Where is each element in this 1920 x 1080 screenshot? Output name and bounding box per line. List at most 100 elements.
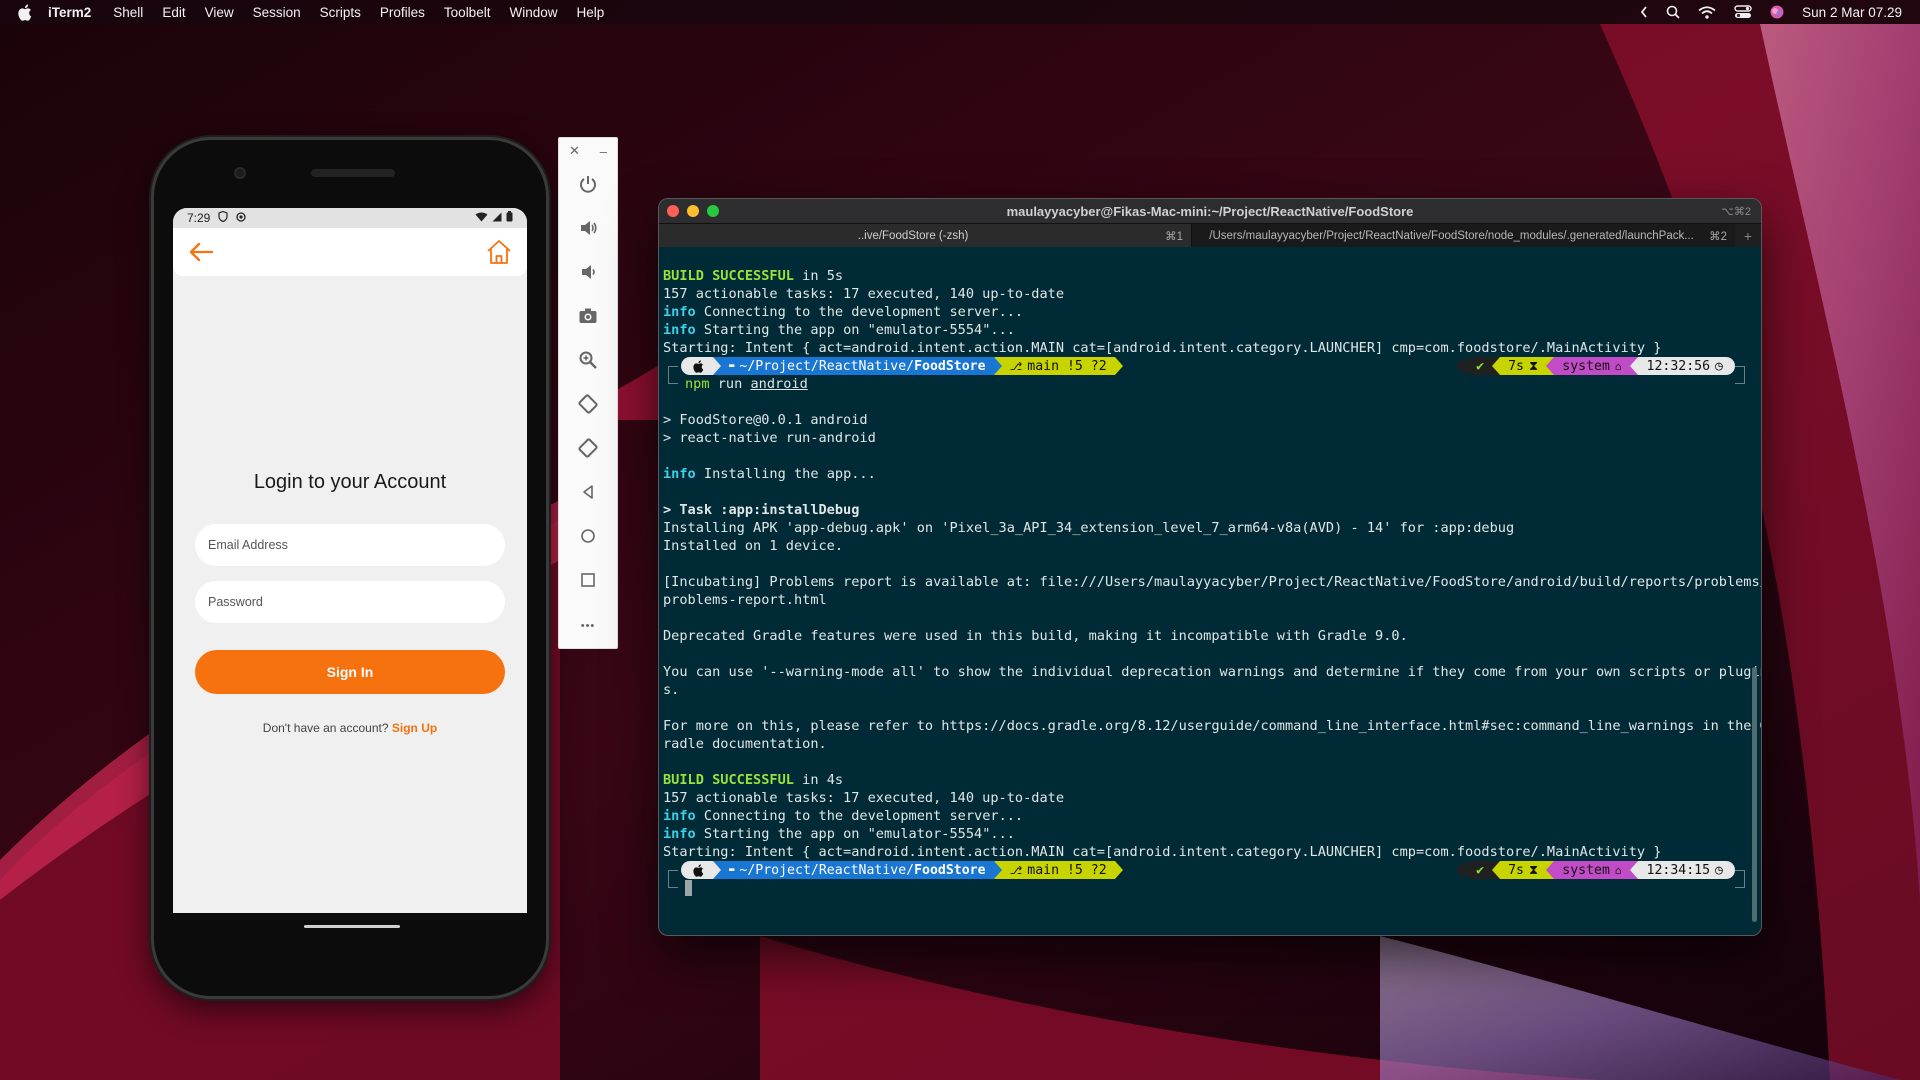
search-icon[interactable] bbox=[1666, 5, 1680, 19]
zoom-window-button[interactable] bbox=[707, 205, 719, 217]
front-camera bbox=[234, 167, 246, 179]
terminal-output[interactable]: BUILD SUCCESSFUL in 5s 157 actionable ta… bbox=[659, 247, 1762, 935]
prompt-duration: 7s ⧗ bbox=[1500, 861, 1547, 879]
clock-icon: ◷ bbox=[1715, 358, 1723, 374]
app-header bbox=[173, 228, 527, 276]
menu-shell[interactable]: Shell bbox=[113, 5, 143, 20]
rotate-right-button[interactable] bbox=[559, 428, 617, 472]
rotate-left-button[interactable] bbox=[559, 384, 617, 428]
success-check-icon: ✔ bbox=[1464, 861, 1493, 879]
home-button[interactable] bbox=[559, 516, 617, 560]
back-button[interactable] bbox=[559, 472, 617, 516]
prompt-git-status: ⎇ main !5 ?2 bbox=[1001, 861, 1115, 879]
status-time: 7:29 bbox=[187, 211, 211, 225]
terminal-line: radle documentation. bbox=[663, 736, 827, 752]
android-status-bar: 7:29 bbox=[173, 208, 527, 228]
menu-profiles[interactable]: Profiles bbox=[380, 5, 425, 20]
menu-view[interactable]: View bbox=[205, 5, 234, 20]
home-icon[interactable] bbox=[485, 238, 513, 266]
wifi-icon[interactable] bbox=[1698, 5, 1716, 19]
login-title: Login to your Account bbox=[253, 471, 447, 493]
phone-screen: 7:29 Login to your Account Sign In Don't… bbox=[173, 208, 527, 913]
house-icon: ⌂ bbox=[1614, 863, 1622, 877]
house-icon: ⌂ bbox=[1614, 359, 1622, 373]
terminal-line: > Task :app:installDebug bbox=[663, 502, 860, 518]
gesture-nav-handle[interactable] bbox=[304, 925, 400, 928]
home-circle-icon bbox=[580, 528, 596, 549]
menu-edit[interactable]: Edit bbox=[162, 5, 185, 20]
segment-separator bbox=[1114, 357, 1123, 375]
scrollbar-thumb[interactable] bbox=[1752, 667, 1757, 922]
git-branch-icon: ⎇ bbox=[1009, 863, 1023, 877]
control-center-icon[interactable] bbox=[1734, 5, 1752, 19]
terminal-scrollbar[interactable] bbox=[1751, 255, 1759, 929]
segment-separator bbox=[993, 357, 1002, 375]
terminal-line: s. bbox=[663, 682, 680, 698]
password-field[interactable] bbox=[195, 581, 505, 623]
prompt-frame-right bbox=[1735, 870, 1745, 888]
prompt-frame-right bbox=[1735, 366, 1745, 384]
tab-label: ..ive/FoodStore (-zsh) bbox=[857, 229, 969, 242]
menu-scripts[interactable]: Scripts bbox=[320, 5, 361, 20]
prompt-command: npm run android bbox=[685, 376, 808, 392]
prompt-git-status: ⎇ main !5 ?2 bbox=[1001, 357, 1115, 375]
terminal-line: info Starting the app on "emulator-5554"… bbox=[663, 322, 1015, 338]
apple-menu-icon[interactable] bbox=[18, 3, 34, 21]
tab-zsh[interactable]: ..ive/FoodStore (-zsh) ⌘1 bbox=[659, 224, 1191, 247]
app-menu-iterm2[interactable]: iTerm2 bbox=[48, 5, 91, 20]
hourglass-icon: ⧗ bbox=[1528, 358, 1539, 374]
cell-signal-icon bbox=[492, 211, 502, 225]
terminal-line: BUILD SUCCESSFUL in 4s bbox=[663, 772, 844, 788]
shell-prompt: ▬ ~/Project/ReactNative/FoodStore ⎇ main !… bbox=[663, 861, 1747, 897]
siri-icon[interactable] bbox=[1770, 5, 1784, 19]
close-emulator-button[interactable]: ✕ bbox=[569, 143, 580, 159]
screenshot-button[interactable] bbox=[559, 296, 617, 340]
apple-logo-icon bbox=[681, 357, 713, 375]
volume-up-button[interactable] bbox=[559, 208, 617, 252]
new-tab-button[interactable]: + bbox=[1735, 224, 1761, 247]
overview-button[interactable] bbox=[559, 560, 617, 604]
tab-label: /Users/maulayyacyber/Project/ReactNative… bbox=[1209, 229, 1694, 242]
clock-datetime[interactable]: Sun 2 Mar 07.29 bbox=[1802, 5, 1902, 20]
segment-separator bbox=[1546, 861, 1555, 879]
segment-separator bbox=[713, 357, 721, 375]
prompt-path: ▬ ~/Project/ReactNative/FoodStore bbox=[721, 861, 994, 879]
power-button[interactable] bbox=[559, 164, 617, 208]
minimize-emulator-button[interactable]: – bbox=[600, 144, 607, 159]
menu-session[interactable]: Session bbox=[253, 5, 301, 20]
more-icon: ••• bbox=[580, 620, 596, 632]
back-icon bbox=[580, 484, 596, 505]
volume-down-button[interactable] bbox=[559, 252, 617, 296]
segment-separator bbox=[1546, 357, 1555, 375]
terminal-line: You can use '--warning-mode all' to show… bbox=[663, 664, 1762, 680]
shell-prompt: ▬ ~/Project/ReactNative/FoodStore ⎇ main !… bbox=[663, 357, 1747, 393]
hourglass-icon: ⧗ bbox=[1528, 862, 1539, 878]
minimize-window-button[interactable] bbox=[687, 205, 699, 217]
prompt-frame-left bbox=[668, 870, 678, 888]
zoom-button[interactable] bbox=[559, 340, 617, 384]
folder-icon: ▬ bbox=[729, 361, 735, 371]
chevron-left-icon[interactable] bbox=[1640, 6, 1648, 18]
sign-in-button[interactable]: Sign In bbox=[195, 650, 505, 694]
text-cursor bbox=[685, 880, 692, 896]
tab-shortcut: ⌘1 bbox=[1165, 230, 1183, 243]
camera-icon bbox=[578, 307, 598, 330]
terminal-line: > react-native run-android bbox=[663, 430, 876, 446]
menu-toolbelt[interactable]: Toolbelt bbox=[444, 5, 491, 20]
menu-window[interactable]: Window bbox=[509, 5, 557, 20]
segment-separator bbox=[713, 861, 721, 879]
sign-up-link[interactable]: Sign Up bbox=[392, 721, 437, 735]
battery-icon bbox=[506, 211, 513, 225]
back-arrow-icon[interactable] bbox=[187, 238, 215, 266]
window-title: maulayyacyber@Fikas-Mac-mini:~/Project/R… bbox=[1006, 203, 1414, 219]
more-options-button[interactable]: ••• bbox=[559, 604, 617, 648]
power-icon bbox=[578, 174, 598, 199]
email-field[interactable] bbox=[195, 524, 505, 566]
menu-help[interactable]: Help bbox=[576, 5, 604, 20]
window-titlebar[interactable]: maulayyacyber@Fikas-Mac-mini:~/Project/R… bbox=[659, 199, 1761, 223]
close-window-button[interactable] bbox=[667, 205, 679, 217]
android-emulator-phone: 7:29 Login to your Account Sign In Don't… bbox=[151, 137, 549, 999]
tab-bar: ..ive/FoodStore (-zsh) ⌘1 /Users/maulayy… bbox=[659, 223, 1761, 247]
tab-launchpackager[interactable]: /Users/maulayyacyber/Project/ReactNative… bbox=[1191, 224, 1735, 247]
prompt-command[interactable] bbox=[685, 879, 692, 897]
